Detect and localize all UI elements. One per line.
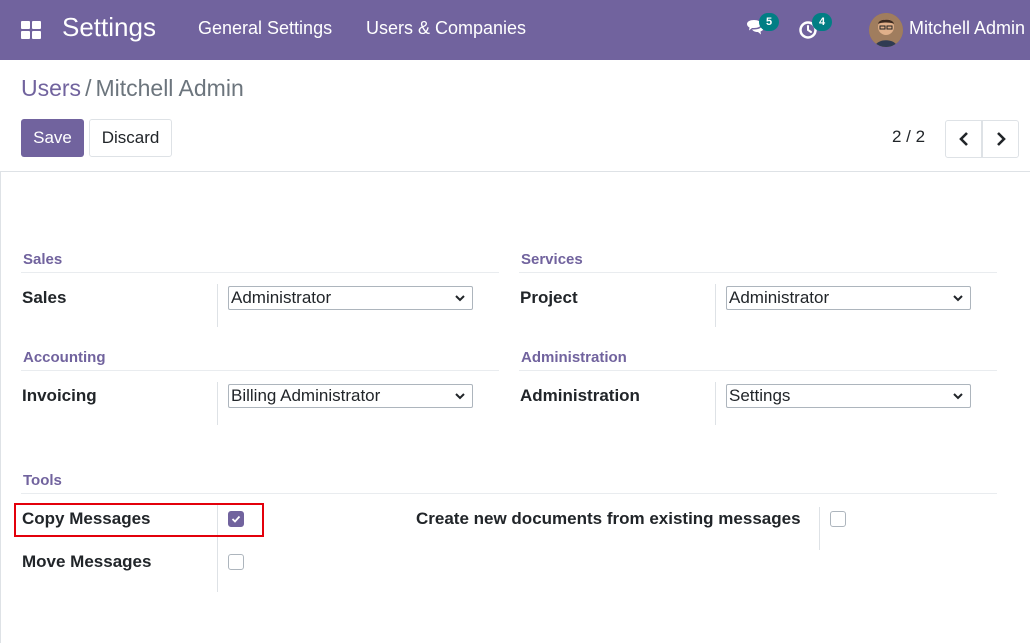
chevron-down-icon — [953, 295, 963, 302]
invoicing-access-value: Billing Administrator — [231, 386, 381, 405]
field-separator — [217, 548, 218, 592]
pager-value[interactable]: 2 / 2 — [892, 127, 925, 147]
field-separator — [217, 382, 218, 425]
administration-access-select[interactable]: Settings — [726, 384, 971, 408]
save-button[interactable]: Save — [21, 119, 84, 157]
top-navbar: Settings General Settings Users & Compan… — [0, 0, 1030, 60]
field-label-move-messages: Move Messages — [22, 552, 152, 571]
pager-next-button[interactable] — [982, 120, 1019, 158]
sales-access-select[interactable]: Administrator — [228, 286, 473, 310]
avatar — [869, 13, 903, 47]
activities-clock-icon[interactable]: 4 — [797, 13, 832, 43]
user-name: Mitchell Admin — [909, 18, 1026, 38]
invoicing-access-select[interactable]: Billing Administrator — [228, 384, 473, 408]
group-divider — [519, 272, 997, 273]
chevron-left-icon — [958, 132, 968, 146]
chevron-down-icon — [455, 295, 465, 302]
group-title-sales: Sales — [23, 251, 63, 268]
field-separator — [819, 507, 820, 550]
field-separator — [217, 284, 218, 327]
group-divider — [21, 370, 499, 371]
sales-access-value: Administrator — [231, 288, 332, 307]
app-title[interactable]: Settings — [62, 12, 156, 43]
field-separator — [715, 284, 716, 327]
chevron-right-icon — [996, 132, 1006, 146]
form-sheet-border — [0, 172, 1, 643]
field-label-project: Project — [520, 288, 578, 307]
discard-button[interactable]: Discard — [89, 119, 172, 157]
field-separator — [715, 382, 716, 425]
field-label-invoicing: Invoicing — [22, 386, 97, 405]
apps-menu-icon[interactable] — [21, 21, 41, 39]
highlight-annotation — [14, 503, 264, 537]
group-divider — [21, 272, 499, 273]
group-divider — [519, 370, 997, 371]
create-documents-checkbox[interactable] — [830, 511, 846, 527]
group-title-administration: Administration — [521, 349, 627, 366]
group-divider — [21, 493, 997, 494]
breadcrumb-current: Mitchell Admin — [95, 75, 244, 101]
messages-icon[interactable]: 5 — [744, 13, 779, 43]
field-label-sales: Sales — [22, 288, 67, 307]
chevron-down-icon — [455, 393, 465, 400]
field-label-administration: Administration — [520, 386, 640, 405]
menu-general-settings[interactable]: General Settings — [198, 18, 332, 39]
pager-previous-button[interactable] — [945, 120, 982, 158]
group-title-accounting: Accounting — [23, 349, 106, 366]
group-title-tools: Tools — [23, 472, 62, 489]
field-label-create-documents: Create new documents from existing messa… — [416, 509, 801, 528]
move-messages-checkbox[interactable] — [228, 554, 244, 570]
activities-count-badge: 4 — [812, 13, 832, 31]
chevron-down-icon — [953, 393, 963, 400]
administration-access-value: Settings — [729, 386, 791, 405]
breadcrumb-separator: / — [85, 75, 92, 101]
breadcrumb: Users / Mitchell Admin — [21, 75, 244, 102]
control-panel-divider — [0, 171, 1030, 172]
project-access-select[interactable]: Administrator — [726, 286, 971, 310]
menu-users-companies[interactable]: Users & Companies — [366, 18, 526, 39]
messages-count-badge: 5 — [759, 13, 779, 31]
group-title-services: Services — [521, 251, 583, 268]
breadcrumb-users-link[interactable]: Users — [21, 75, 81, 101]
project-access-value: Administrator — [729, 288, 830, 307]
